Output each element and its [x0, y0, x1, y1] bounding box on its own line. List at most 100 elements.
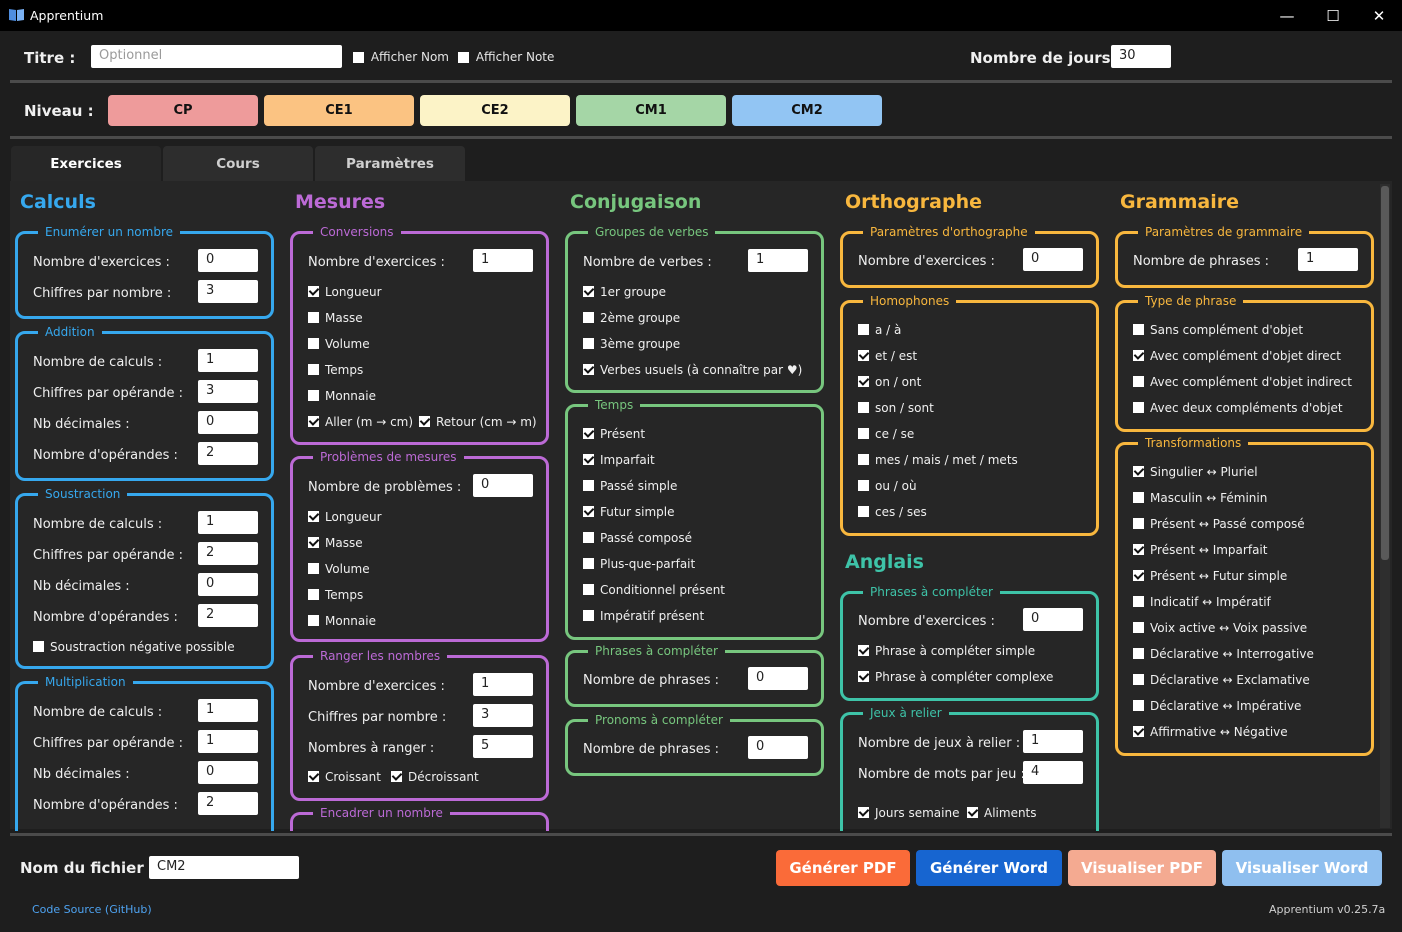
checkbox-aliments[interactable]: Aliments: [967, 806, 1037, 820]
checkbox-volume[interactable]: Volume: [308, 337, 370, 351]
checkbox-temps[interactable]: Temps: [308, 363, 363, 377]
checkbox-present[interactable]: Présent: [583, 427, 645, 441]
digits-input[interactable]: 1: [198, 730, 258, 753]
operands-input[interactable]: 2: [198, 792, 258, 815]
checkbox-decroissant[interactable]: Décroissant: [391, 770, 479, 784]
generate-pdf-button[interactable]: Générer PDF: [776, 850, 910, 886]
calc-count-input[interactable]: 1: [198, 511, 258, 534]
checkbox-complexe[interactable]: Phrase à compléter complexe: [858, 670, 1053, 684]
checkbox-longueur[interactable]: Longueur: [308, 510, 382, 524]
exercise-count-input[interactable]: 1: [473, 673, 533, 696]
problem-count-input[interactable]: 0: [473, 474, 533, 497]
checkbox-transfo[interactable]: Indicatif ↔ Impératif: [1133, 595, 1271, 609]
checkbox-aller[interactable]: Aller (m → cm): [308, 415, 413, 429]
source-link[interactable]: Code Source (GitHub): [32, 903, 152, 916]
phrase-count-input[interactable]: 0: [748, 667, 808, 690]
calc-count-input[interactable]: 1: [198, 349, 258, 372]
view-word-button[interactable]: Visualiser Word: [1222, 850, 1382, 886]
checkbox-monnaie[interactable]: Monnaie: [308, 389, 376, 403]
checkbox-longueur[interactable]: Longueur: [308, 285, 382, 299]
tab-exercices[interactable]: Exercices: [11, 146, 161, 181]
calc-count-input[interactable]: 1: [198, 699, 258, 722]
checkbox-transfo[interactable]: Voix active ↔ Voix passive: [1133, 621, 1307, 635]
title-input[interactable]: Optionnel: [91, 45, 342, 68]
scrollbar-thumb[interactable]: [1381, 186, 1389, 560]
checkbox-volume[interactable]: Volume: [308, 562, 370, 576]
checkbox-transfo[interactable]: Présent ↔ Passé composé: [1133, 517, 1305, 531]
checkbox-transfo[interactable]: Déclarative ↔ Exclamative: [1133, 673, 1310, 687]
checkbox-on[interactable]: on / ont: [858, 375, 921, 389]
digits-input[interactable]: 3: [473, 704, 533, 727]
phrase-count-input[interactable]: 1: [1298, 248, 1358, 271]
checkbox-transfo[interactable]: Affirmative ↔ Négative: [1133, 725, 1288, 739]
checkbox-retour[interactable]: Retour (cm → m): [419, 415, 537, 429]
decimals-input[interactable]: 0: [198, 411, 258, 434]
days-input[interactable]: 30: [1111, 45, 1171, 68]
digits-input[interactable]: 3: [198, 280, 258, 303]
checkbox-groupe2[interactable]: 2ème groupe: [583, 311, 680, 325]
tab-parametres[interactable]: Paramètres: [315, 146, 465, 181]
checkbox-transfo[interactable]: Présent ↔ Futur simple: [1133, 569, 1287, 583]
exercise-count-input[interactable]: 0: [198, 249, 258, 272]
decimals-input[interactable]: 0: [198, 761, 258, 784]
digits-input[interactable]: 2: [198, 542, 258, 565]
checkbox-groupe1[interactable]: 1er groupe: [583, 285, 666, 299]
checkbox-monnaie[interactable]: Monnaie: [308, 614, 376, 628]
exercise-count-input[interactable]: 0: [1023, 248, 1083, 271]
exercise-count-input[interactable]: 0: [1023, 608, 1083, 631]
tab-cours[interactable]: Cours: [163, 146, 313, 181]
checkbox-ces[interactable]: ces / ses: [858, 505, 927, 519]
checkbox-passe-compose[interactable]: Passé composé: [583, 531, 692, 545]
checkbox-usuels[interactable]: Verbes usuels (à connaître par ♥): [583, 363, 802, 377]
checkbox-plus-que-parfait[interactable]: Plus-que-parfait: [583, 557, 695, 571]
checkbox-coi[interactable]: Avec complément d'objet indirect: [1133, 375, 1352, 389]
checkbox-imperatif[interactable]: Impératif présent: [583, 609, 704, 623]
show-note-checkbox[interactable]: Afficher Note: [458, 50, 554, 64]
exercise-count-input[interactable]: 1: [473, 249, 533, 272]
checkbox-a[interactable]: a / à: [858, 323, 901, 337]
checkbox-cod[interactable]: Avec complément d'objet direct: [1133, 349, 1341, 363]
checkbox-ou[interactable]: ou / où: [858, 479, 917, 493]
view-pdf-button[interactable]: Visualiser PDF: [1068, 850, 1216, 886]
checkbox-imparfait[interactable]: Imparfait: [583, 453, 655, 467]
level-cm2-button[interactable]: CM2: [732, 95, 882, 126]
checkbox-et[interactable]: et / est: [858, 349, 917, 363]
minimize-button[interactable]: —: [1264, 0, 1310, 31]
checkbox-jours[interactable]: Jours semaine: [858, 806, 960, 820]
checkbox-masse[interactable]: Masse: [308, 311, 363, 325]
decimals-input[interactable]: 0: [198, 573, 258, 596]
checkbox-masse[interactable]: Masse: [308, 536, 363, 550]
checkbox-deux-complements[interactable]: Avec deux compléments d'objet: [1133, 401, 1343, 415]
words-input[interactable]: 4: [1023, 761, 1083, 784]
checkbox-sans-cod[interactable]: Sans complément d'objet: [1133, 323, 1303, 337]
level-cm1-button[interactable]: CM1: [576, 95, 726, 126]
checkbox-transfo[interactable]: Déclarative ↔ Impérative: [1133, 699, 1301, 713]
checkbox-son[interactable]: son / sont: [858, 401, 934, 415]
generate-word-button[interactable]: Générer Word: [916, 850, 1062, 886]
checkbox-croissant[interactable]: Croissant: [308, 770, 381, 784]
digits-input[interactable]: 3: [198, 380, 258, 403]
checkbox-groupe3[interactable]: 3ème groupe: [583, 337, 680, 351]
checkbox-futur-simple[interactable]: Futur simple: [583, 505, 675, 519]
close-button[interactable]: ✕: [1356, 0, 1402, 31]
phrase-count-input[interactable]: 0: [748, 736, 808, 759]
negative-checkbox[interactable]: Soustraction négative possible: [33, 640, 235, 654]
numbers-input[interactable]: 5: [473, 735, 533, 758]
checkbox-mes[interactable]: mes / mais / met / mets: [858, 453, 1018, 467]
checkbox-transfo[interactable]: Présent ↔ Imparfait: [1133, 543, 1267, 557]
checkbox-passe-simple[interactable]: Passé simple: [583, 479, 677, 493]
checkbox-conditionnel[interactable]: Conditionnel présent: [583, 583, 725, 597]
checkbox-transfo[interactable]: Déclarative ↔ Interrogative: [1133, 647, 1314, 661]
checkbox-simple[interactable]: Phrase à compléter simple: [858, 644, 1035, 658]
checkbox-transfo[interactable]: Masculin ↔ Féminin: [1133, 491, 1267, 505]
game-count-input[interactable]: 1: [1023, 730, 1083, 753]
level-ce2-button[interactable]: CE2: [420, 95, 570, 126]
checkbox-temps[interactable]: Temps: [308, 588, 363, 602]
verb-count-input[interactable]: 1: [748, 249, 808, 272]
show-name-checkbox[interactable]: Afficher Nom: [353, 50, 449, 64]
operands-input[interactable]: 2: [198, 442, 258, 465]
checkbox-ce[interactable]: ce / se: [858, 427, 914, 441]
checkbox-transfo[interactable]: Singulier ↔ Pluriel: [1133, 465, 1258, 479]
maximize-button[interactable]: ☐: [1310, 0, 1356, 31]
operands-input[interactable]: 2: [198, 604, 258, 627]
